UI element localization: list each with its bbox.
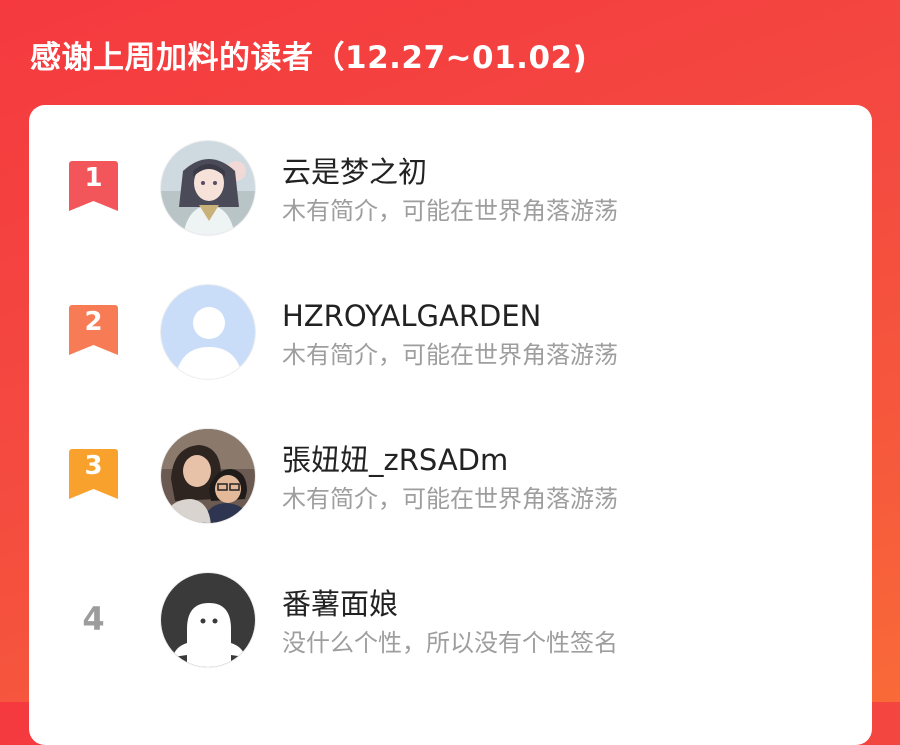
photo-couple-avatar[interactable]	[160, 428, 256, 524]
reader-list-card: 1 云是梦之初 木有简介，可能在世界角落游荡 2 HZROYALGARDEN 木…	[29, 105, 872, 745]
rank-ribbon-icon: 1	[69, 161, 118, 211]
reader-bio: 没什么个性，所以没有个性签名	[282, 629, 618, 657]
anime-portrait-avatar[interactable]	[160, 140, 256, 236]
reader-row-2[interactable]: 2 HZROYALGARDEN 木有简介，可能在世界角落游荡	[29, 279, 872, 389]
reader-row-4[interactable]: 4 番薯面娘 没什么个性，所以没有个性签名	[29, 567, 872, 677]
reader-bio: 木有简介，可能在世界角落游荡	[282, 197, 618, 225]
reader-name[interactable]: 番薯面娘	[282, 585, 398, 623]
reader-name[interactable]: 張妞妞_zRSADm	[282, 441, 508, 479]
default-user-avatar[interactable]	[160, 284, 256, 380]
reader-row-3[interactable]: 3 張妞妞_zRSADm 木有简介，可能在世界角落游荡	[29, 423, 872, 533]
rank-ribbon-icon: 2	[69, 305, 118, 355]
ghost-figure-avatar[interactable]	[160, 572, 256, 668]
rank-ribbon-icon: 3	[69, 449, 118, 499]
rank-number: 2	[84, 307, 103, 337]
reader-bio: 木有简介，可能在世界角落游荡	[282, 485, 618, 513]
reader-name[interactable]: HZROYALGARDEN	[282, 297, 541, 335]
reader-row-1[interactable]: 1 云是梦之初 木有简介，可能在世界角落游荡	[29, 135, 872, 245]
reader-bio: 木有简介，可能在世界角落游荡	[282, 341, 618, 369]
page-title: 感谢上周加料的读者（12.27~01.02)	[30, 40, 588, 76]
rank-number: 3	[84, 451, 103, 481]
rank-number: 4	[82, 600, 105, 638]
rank-number: 1	[84, 163, 103, 193]
reader-name[interactable]: 云是梦之初	[282, 153, 427, 191]
